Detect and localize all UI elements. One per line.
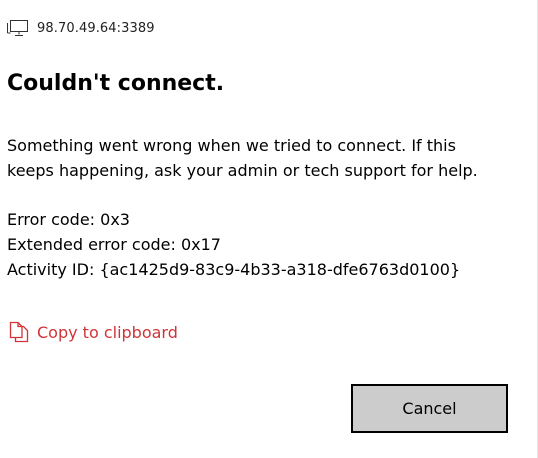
connection-address: 98.70.49.64:3389: [37, 20, 155, 36]
copy-to-clipboard-link[interactable]: Copy to clipboard: [9, 320, 178, 344]
extended-error-code: Extended error code: 0x17: [7, 235, 221, 254]
activity-id: Activity ID: {ac1425d9-83c9-4b33-a318-df…: [7, 260, 461, 279]
titlebar: 98.70.49.64:3389: [7, 18, 155, 38]
monitor-icon: [7, 19, 29, 37]
copy-to-clipboard-label: Copy to clipboard: [37, 322, 178, 342]
cancel-button[interactable]: Cancel: [351, 384, 508, 433]
error-message: Something went wrong when we tried to co…: [7, 136, 478, 180]
copy-icon: [9, 320, 31, 344]
remote-desktop-error-dialog: 98.70.49.64:3389 Couldn't connect. Somet…: [0, 0, 538, 458]
error-details: Error code: 0x3 Extended error code: 0x1…: [7, 207, 460, 282]
error-code: Error code: 0x3: [7, 210, 130, 229]
dialog-title: Couldn't connect.: [7, 71, 225, 96]
